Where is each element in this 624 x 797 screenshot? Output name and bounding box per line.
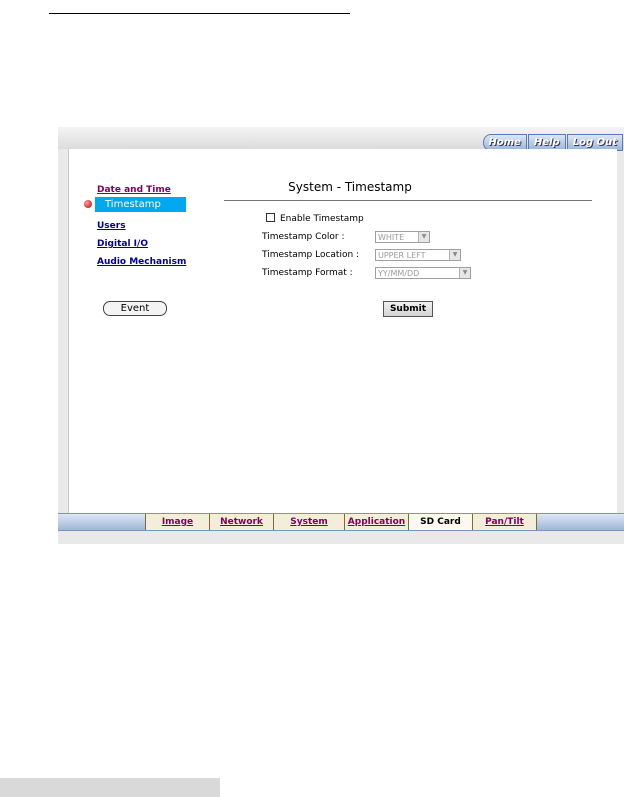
top-navigation: Home Help Log Out: [482, 134, 623, 151]
timestamp-color-select[interactable]: WHITE ▼: [375, 231, 430, 243]
chevron-down-icon: ▼: [418, 232, 429, 242]
sidebar: Date and Time Timestamp Users Digital I/…: [84, 181, 227, 271]
sidebar-item-digital-io[interactable]: Digital I/O: [97, 235, 227, 253]
enable-timestamp-checkbox[interactable]: [266, 213, 275, 222]
timestamp-format-label: Timestamp Format :: [262, 268, 353, 278]
tab-pan-tilt[interactable]: Pan/Tilt: [472, 514, 537, 530]
timestamp-location-value: UPPER LEFT: [378, 251, 426, 260]
event-button[interactable]: Event: [103, 301, 167, 316]
header-rule: [49, 13, 350, 14]
footer-bar: [0, 778, 220, 797]
sidebar-item-audio-mechanism[interactable]: Audio Mechanism: [97, 253, 227, 271]
page-title: System - Timestamp: [288, 180, 412, 194]
submit-button[interactable]: Submit: [383, 301, 433, 317]
timestamp-location-label: Timestamp Location :: [262, 250, 360, 260]
timestamp-format-select[interactable]: YY/MM/DD ▼: [375, 267, 471, 279]
tab-image[interactable]: Image: [145, 514, 209, 530]
active-bullet-icon: [84, 200, 92, 208]
chevron-down-icon: ▼: [459, 268, 470, 278]
sidebar-item-users[interactable]: Users: [97, 217, 227, 235]
bottom-navigation: Image Network System Application SD Card…: [58, 513, 624, 531]
title-divider: [224, 200, 592, 201]
timestamp-color-value: WHITE: [378, 233, 405, 242]
chevron-down-icon: ▼: [449, 250, 460, 260]
sidebar-item-timestamp[interactable]: Timestamp: [95, 197, 186, 212]
enable-timestamp-label: Enable Timestamp: [280, 214, 364, 224]
timestamp-format-value: YY/MM/DD: [378, 269, 420, 278]
tab-system[interactable]: System: [273, 514, 344, 530]
timestamp-color-label: Timestamp Color :: [262, 232, 345, 242]
tab-application[interactable]: Application: [344, 514, 408, 530]
tab-sd-card[interactable]: SD Card: [408, 514, 472, 530]
timestamp-location-select[interactable]: UPPER LEFT ▼: [375, 249, 461, 261]
tab-network[interactable]: Network: [209, 514, 273, 530]
